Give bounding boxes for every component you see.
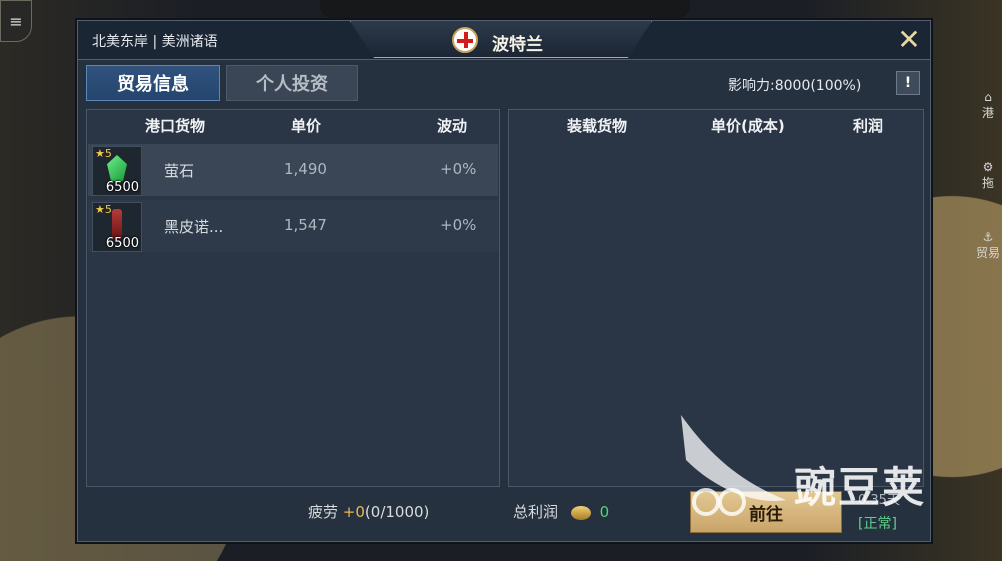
watermark-pea-icon [681,415,786,516]
item-change: +0% [440,216,477,234]
gold-coin-icon [570,505,591,520]
item-quantity: 6500 [105,180,139,195]
watermark-logo: 豌豆荚 [676,410,976,520]
profit-label: 总利润 [513,503,559,521]
col-header-unit-price: 单价 [291,117,322,135]
green-crystal-icon: ★5 6500 [92,146,142,196]
influence-label: 影响力:8000(100%) [728,78,862,94]
item-price: 1,490 [284,160,327,178]
star-rating: ★5 [95,147,112,160]
total-profit: 总利润 0 [513,501,609,522]
col-header-port-goods: 港口货物 [145,117,206,135]
top-status-bar [320,0,690,18]
bottle-shape [112,209,122,239]
port-flag-icon [452,27,478,53]
fatigue-indicator: 疲劳 +0(0/1000) [308,501,429,522]
port-goods-list: 港口货物 单价 波动 ★5 6500 萤石 1,490 +0% ★5 6500 … [86,109,500,487]
dispatch-icon[interactable]: ⚙ 拖 [976,160,1000,191]
col-header-loaded-goods: 装载货物 [567,117,628,135]
star-rating: ★5 [95,203,112,216]
fatigue-label: 疲劳 [308,503,339,521]
list-item[interactable]: ★5 6500 黑皮诺... 1,547 +0% [88,200,498,252]
item-change: +0% [440,160,477,178]
col-header-unit-cost: 单价(成本) [711,117,785,135]
region-label: 北美东岸 | 美洲诸语 [92,34,218,50]
info-button[interactable]: ! [896,71,920,95]
fatigue-delta: +0 [342,503,365,521]
panel-header: 北美东岸 | 美洲诸语 波特兰 ✕ [78,21,930,60]
tab-personal-investment[interactable]: 个人投资 [226,65,358,101]
port-name: 波特兰 [492,35,543,55]
wine-bottle-icon: ★5 6500 [92,202,142,252]
menu-search-icon[interactable]: ≡ [0,0,32,42]
col-header-profit: 利润 [853,117,884,135]
item-quantity: 6500 [105,236,139,251]
trade-icon[interactable]: ⚓ 贸易 [976,230,1000,261]
item-name: 萤石 [164,162,195,180]
watermark-text: 豌豆荚 [794,463,927,512]
tab-trade-info[interactable]: 贸易信息 [86,65,220,101]
item-name: 黑皮诺... [164,218,224,236]
list-item[interactable]: ★5 6500 萤石 1,490 +0% [88,144,498,196]
port-icon[interactable]: ⌂ 港 [976,90,1000,121]
close-icon[interactable]: ✕ [896,26,922,54]
profit-value: 0 [599,503,610,521]
col-header-fluctuation: 波动 [437,117,468,135]
fatigue-value: (0/1000) [364,503,430,521]
item-price: 1,547 [284,216,327,234]
